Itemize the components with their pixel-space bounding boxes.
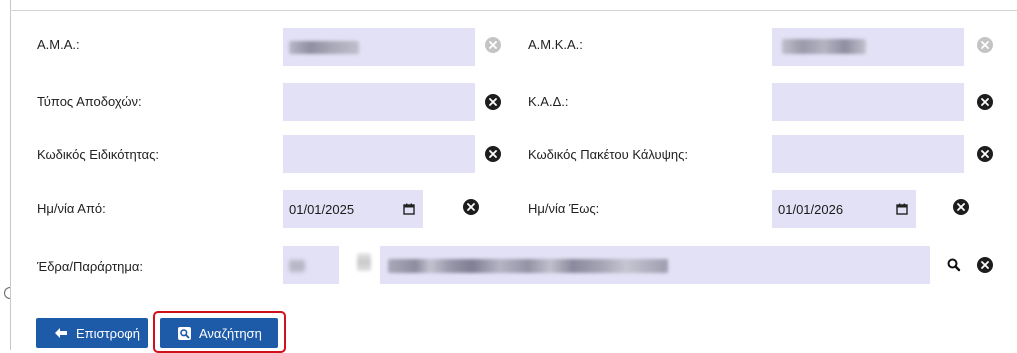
search-button[interactable]: Αναζήτηση bbox=[160, 318, 278, 348]
clear-date-from-icon[interactable] bbox=[463, 199, 479, 215]
resize-handle[interactable] bbox=[4, 287, 10, 299]
date-from-label: Ημ/νία Από: bbox=[37, 201, 106, 216]
kad-label: Κ.Α.Δ.: bbox=[528, 94, 569, 109]
search-icon[interactable] bbox=[946, 257, 962, 273]
search-square-icon bbox=[178, 326, 191, 340]
date-to-field[interactable]: 01/01/2026 bbox=[772, 190, 916, 228]
edra-label: Έδρα/Παράρτημα: bbox=[37, 259, 143, 274]
amka-field[interactable] bbox=[772, 28, 964, 66]
tipos-apodoxon-field[interactable] bbox=[283, 83, 475, 121]
kodikos-eidikotitas-input[interactable] bbox=[283, 135, 475, 173]
back-button-label: Επιστροφή bbox=[76, 325, 140, 341]
clear-paketou-icon[interactable] bbox=[977, 146, 993, 162]
kodikos-paketou-label: Κωδικός Πακέτου Κάλυψης: bbox=[528, 147, 689, 162]
clear-amka-icon[interactable] bbox=[977, 37, 993, 53]
date-to-value[interactable]: 01/01/2026 bbox=[778, 202, 843, 217]
tipos-apodoxon-label: Τύπος Αποδοχών: bbox=[37, 94, 142, 109]
calendar-icon[interactable] bbox=[403, 203, 415, 215]
frame-border-top bbox=[10, 10, 1017, 11]
search-button-label: Αναζήτηση bbox=[199, 325, 262, 341]
ama-field[interactable] bbox=[283, 28, 475, 66]
kodikos-eidikotitas-field[interactable] bbox=[283, 135, 475, 173]
kodikos-paketou-field[interactable] bbox=[772, 135, 964, 173]
tipos-apodoxon-input[interactable] bbox=[283, 83, 475, 121]
redacted-value bbox=[289, 41, 359, 54]
date-to-label: Ημ/νία Έως: bbox=[528, 201, 600, 216]
date-from-field[interactable]: 01/01/2025 bbox=[283, 190, 423, 228]
clear-tipos-icon[interactable] bbox=[485, 94, 501, 110]
clear-kad-icon[interactable] bbox=[977, 94, 993, 110]
redacted-value bbox=[357, 253, 371, 271]
date-from-value[interactable]: 01/01/2025 bbox=[289, 202, 354, 217]
edra-code-field[interactable] bbox=[283, 246, 339, 284]
redacted-value bbox=[289, 260, 305, 272]
amka-label: Α.Μ.Κ.Α.: bbox=[528, 37, 583, 52]
back-button[interactable]: Επιστροφή bbox=[36, 318, 148, 348]
clear-ama-icon[interactable] bbox=[485, 37, 501, 53]
kodikos-eidikotitas-label: Κωδικός Ειδικότητας: bbox=[37, 147, 160, 162]
frame-border-left bbox=[10, 0, 11, 350]
redacted-value bbox=[782, 39, 866, 54]
kad-field[interactable] bbox=[772, 83, 964, 121]
arrow-left-icon bbox=[55, 328, 67, 338]
ama-label: Α.Μ.Α.: bbox=[37, 37, 80, 52]
edra-name-field[interactable] bbox=[380, 246, 930, 284]
clear-date-to-icon[interactable] bbox=[953, 199, 969, 215]
clear-edra-icon[interactable] bbox=[977, 257, 993, 273]
redacted-value bbox=[388, 259, 668, 273]
kad-input[interactable] bbox=[772, 83, 964, 121]
kodikos-paketou-input[interactable] bbox=[772, 135, 964, 173]
clear-eidikotitas-icon[interactable] bbox=[485, 146, 501, 162]
calendar-icon[interactable] bbox=[896, 203, 908, 215]
